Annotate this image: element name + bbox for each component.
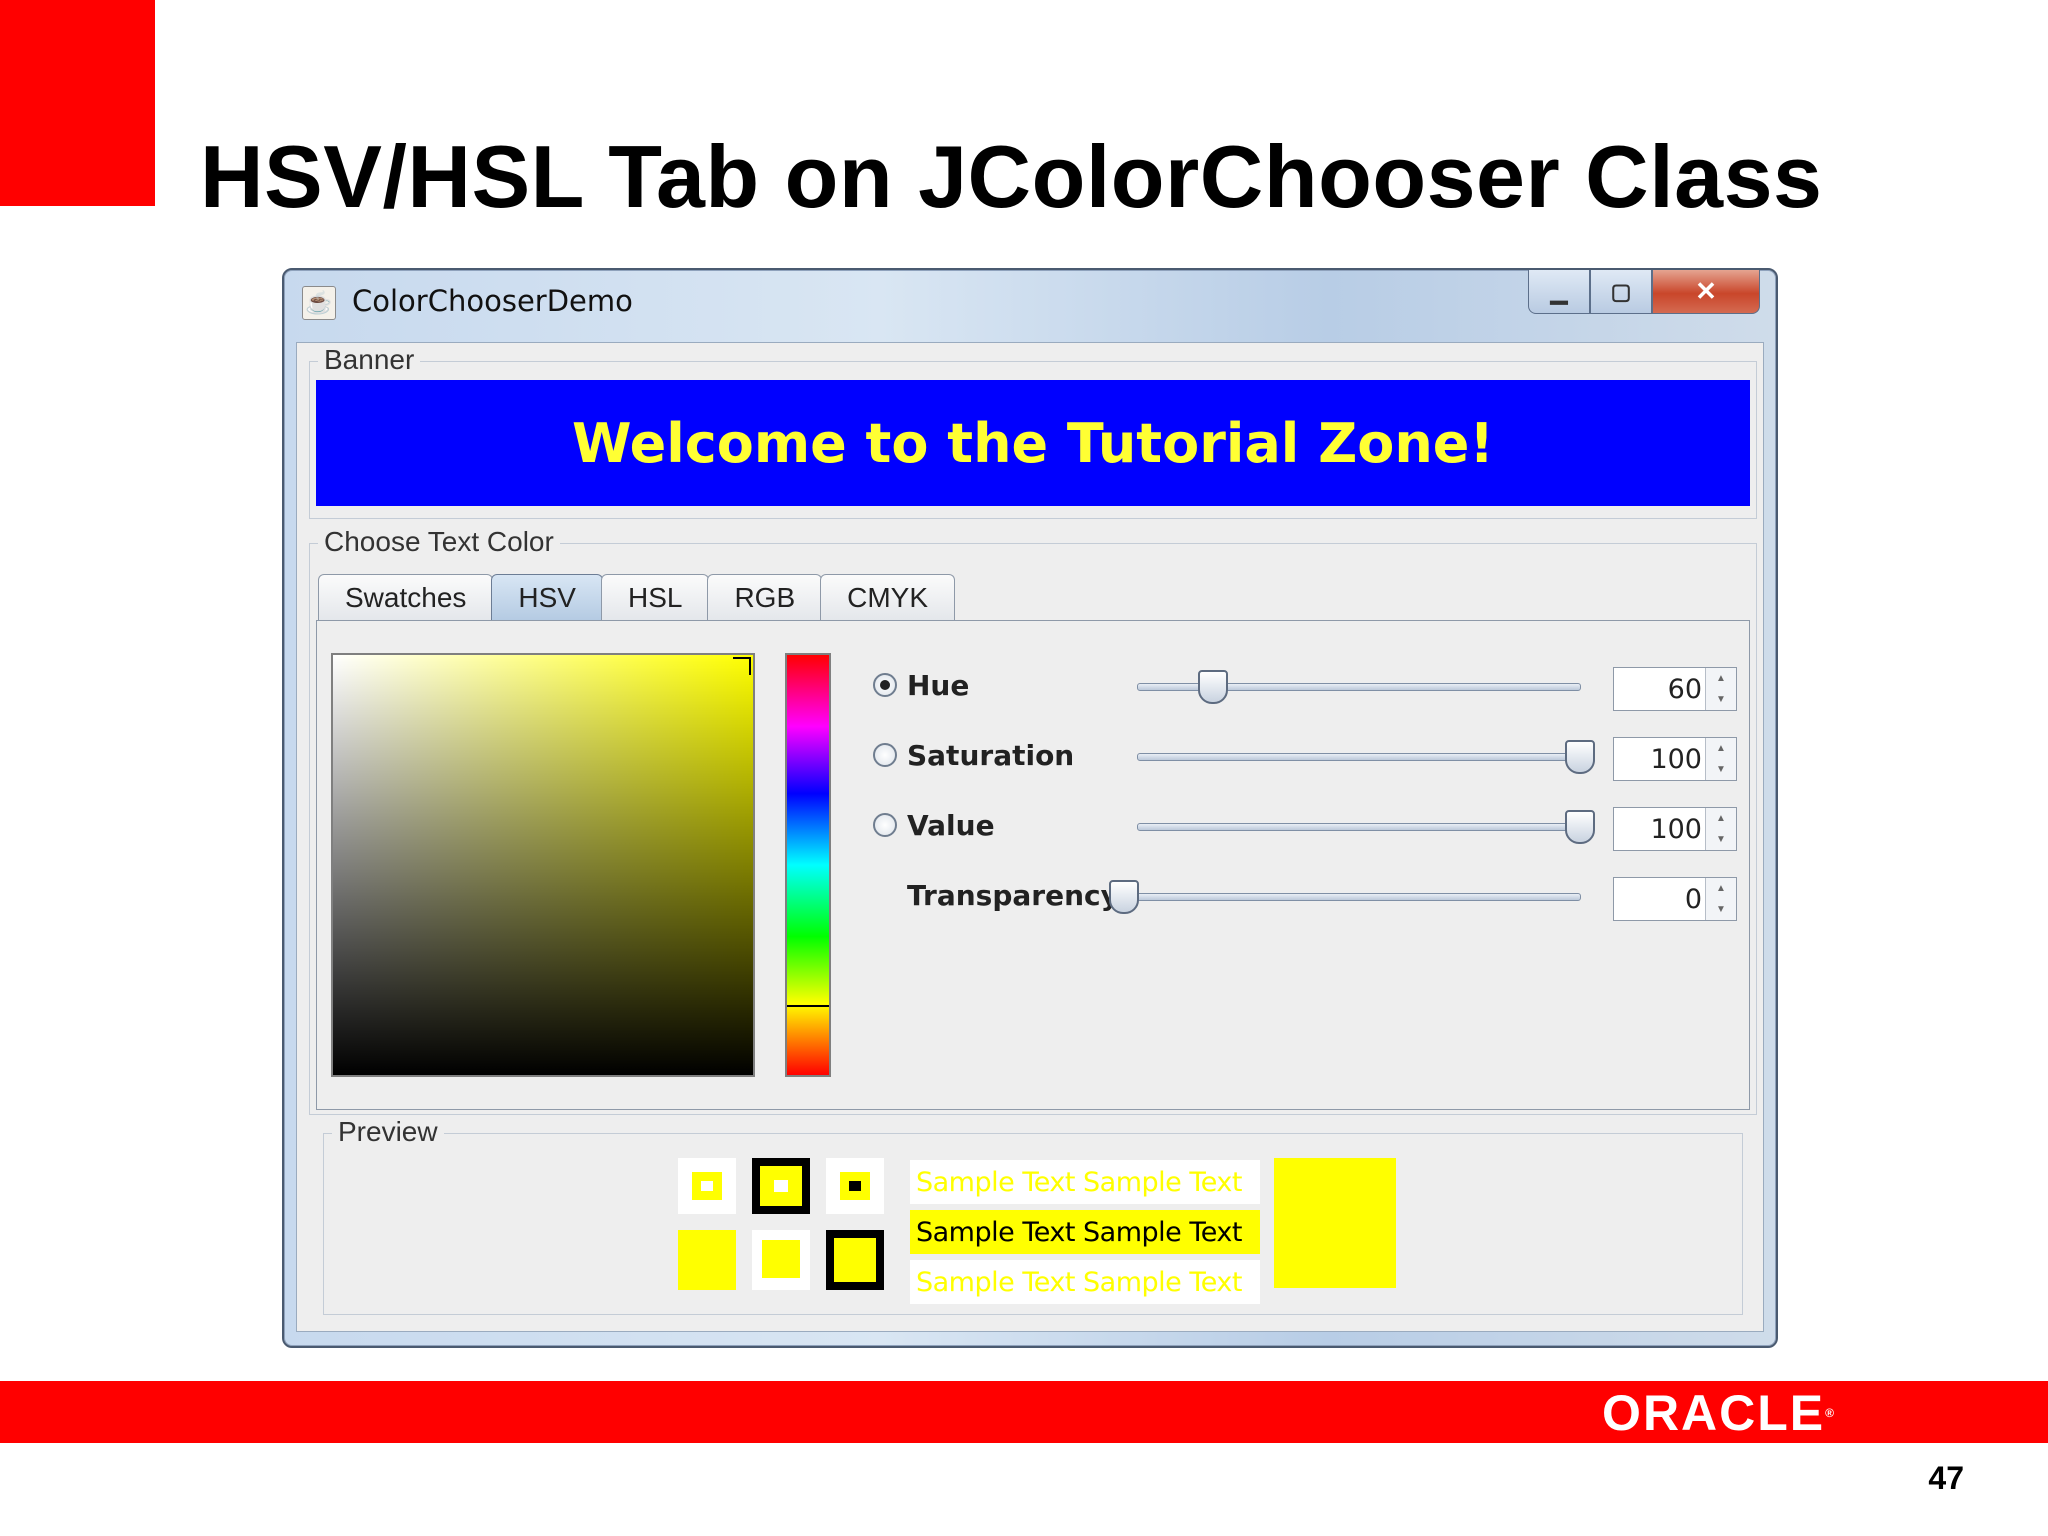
slide-title: HSV/HSL Tab on JColorChooser Class (200, 127, 1823, 226)
value-row: Value 100 ▲ ▼ (865, 797, 1745, 857)
hue-slider[interactable] (1137, 670, 1581, 704)
value-radio[interactable] (873, 813, 897, 837)
hue-spinner-value: 60 (1667, 674, 1702, 705)
oracle-logo: ORACLE® (1602, 1385, 1834, 1441)
preview-swatch (826, 1158, 884, 1214)
preview-swatch (678, 1158, 736, 1214)
hue-slider-thumb[interactable] (1198, 670, 1229, 704)
value-label: Value (907, 809, 995, 842)
sample-text-on-color: Sample Text Sample Text (910, 1210, 1260, 1254)
saturation-radio[interactable] (873, 743, 897, 767)
sample-text-on-white: Sample Text Sample Text (910, 1160, 1260, 1204)
hue-label: Hue (907, 669, 970, 702)
saturation-row: Saturation 100 ▲ ▼ (865, 727, 1745, 787)
transparency-slider[interactable] (1109, 880, 1581, 914)
tab-swatches[interactable]: Swatches (318, 574, 494, 620)
choose-text-color-group: Choose Text Color Swatches HSV HSL RGB C… (309, 526, 1757, 1115)
value-spinner-value: 100 (1650, 814, 1702, 845)
preview-group: Preview Sample Text Sample Text Sample T… (323, 1116, 1743, 1315)
value-slider-thumb[interactable] (1565, 810, 1595, 844)
banner-group-label: Banner (318, 344, 421, 376)
transparency-row: Transparency 0 ▲ ▼ (865, 867, 1745, 927)
preview-swatch (752, 1158, 810, 1214)
transparency-spinner-arrows[interactable]: ▲ ▼ (1705, 878, 1736, 920)
spinner-down-icon[interactable]: ▼ (1706, 759, 1736, 780)
transparency-spinner[interactable]: 0 ▲ ▼ (1613, 877, 1737, 921)
spinner-down-icon[interactable]: ▼ (1706, 829, 1736, 850)
preview-panel: Sample Text Sample Text Sample Text Samp… (324, 1134, 1742, 1314)
close-icon: ✕ (1695, 276, 1717, 306)
tab-rgb[interactable]: RGB (707, 574, 823, 620)
color-chooser-window: ☕ ColorChooserDemo ▁ ▢ ✕ Banner Welcome … (282, 268, 1778, 1348)
tab-hsl[interactable]: HSL (600, 574, 710, 620)
preview-swatch-core (701, 1181, 713, 1191)
saturation-spinner-value: 100 (1650, 744, 1702, 775)
minimize-button[interactable]: ▁ (1528, 270, 1590, 314)
preview-swatch-inner (834, 1238, 876, 1282)
spinner-up-icon[interactable]: ▲ (1706, 738, 1736, 759)
maximize-button[interactable]: ▢ (1590, 270, 1652, 314)
preview-swatch-inner (692, 1172, 722, 1200)
hue-spinner[interactable]: 60 ▲ ▼ (1613, 667, 1737, 711)
sv-selection-marker (733, 657, 751, 675)
saturation-slider-thumb[interactable] (1565, 740, 1595, 774)
spinner-up-icon[interactable]: ▲ (1706, 808, 1736, 829)
tab-cmyk[interactable]: CMYK (820, 574, 956, 620)
hue-spinner-arrows[interactable]: ▲ ▼ (1705, 668, 1736, 710)
preview-swatch (826, 1230, 884, 1290)
banner-group: Banner Welcome to the Tutorial Zone! (309, 344, 1757, 519)
java-app-icon: ☕ (302, 286, 336, 320)
tab-hsv[interactable]: HSV (491, 574, 603, 620)
value-slider[interactable] (1137, 810, 1595, 844)
choose-text-color-label: Choose Text Color (318, 526, 560, 558)
value-spinner-arrows[interactable]: ▲ ▼ (1705, 808, 1736, 850)
saturation-slider[interactable] (1137, 740, 1595, 774)
hue-strip[interactable] (785, 653, 831, 1077)
saturation-spinner[interactable]: 100 ▲ ▼ (1613, 737, 1737, 781)
preview-swatch-inner (840, 1172, 870, 1200)
saturation-value-square[interactable] (331, 653, 755, 1077)
oracle-logo-text: ORACLE (1602, 1385, 1826, 1441)
value-spinner[interactable]: 100 ▲ ▼ (1613, 807, 1737, 851)
minimize-icon: ▁ (1550, 278, 1568, 304)
banner-label: Welcome to the Tutorial Zone! (316, 380, 1750, 506)
preview-color-block (1274, 1158, 1396, 1288)
hue-row: Hue 60 ▲ ▼ (865, 657, 1745, 717)
spinner-down-icon[interactable]: ▼ (1706, 899, 1736, 920)
maximize-icon: ▢ (1610, 278, 1632, 304)
window-titlebar[interactable]: ☕ ColorChooserDemo ▁ ▢ ✕ (284, 270, 1776, 330)
hue-marker (787, 1005, 829, 1007)
preview-swatch-inner (762, 1240, 800, 1278)
saturation-label: Saturation (907, 739, 1075, 772)
window-title: ColorChooserDemo (352, 284, 633, 318)
transparency-label: Transparency (907, 879, 1119, 912)
transparency-spinner-value: 0 (1684, 884, 1702, 915)
close-button[interactable]: ✕ (1652, 270, 1760, 314)
window-controls: ▁ ▢ ✕ (1528, 270, 1760, 314)
preview-swatch (678, 1230, 736, 1290)
preview-swatch-core (774, 1180, 788, 1192)
spinner-up-icon[interactable]: ▲ (1706, 878, 1736, 899)
page-number: 47 (1928, 1460, 1964, 1496)
preview-swatch-core (849, 1181, 861, 1191)
slide-corner-accent (0, 0, 155, 206)
sample-text-on-white-2: Sample Text Sample Text (910, 1260, 1260, 1304)
hue-radio[interactable] (873, 673, 897, 697)
preview-swatch (752, 1230, 810, 1290)
preview-swatch-inner (760, 1166, 802, 1206)
chooser-tabs: Swatches HSV HSL RGB CMYK (318, 574, 956, 620)
spinner-up-icon[interactable]: ▲ (1706, 668, 1736, 689)
window-client-area: Banner Welcome to the Tutorial Zone! Cho… (296, 342, 1764, 1332)
hsv-panel: Hue 60 ▲ ▼ Saturation 100 ▲ ▼ Value 100 … (316, 620, 1750, 1110)
spinner-down-icon[interactable]: ▼ (1706, 689, 1736, 710)
saturation-spinner-arrows[interactable]: ▲ ▼ (1705, 738, 1736, 780)
transparency-slider-thumb[interactable] (1109, 880, 1139, 914)
